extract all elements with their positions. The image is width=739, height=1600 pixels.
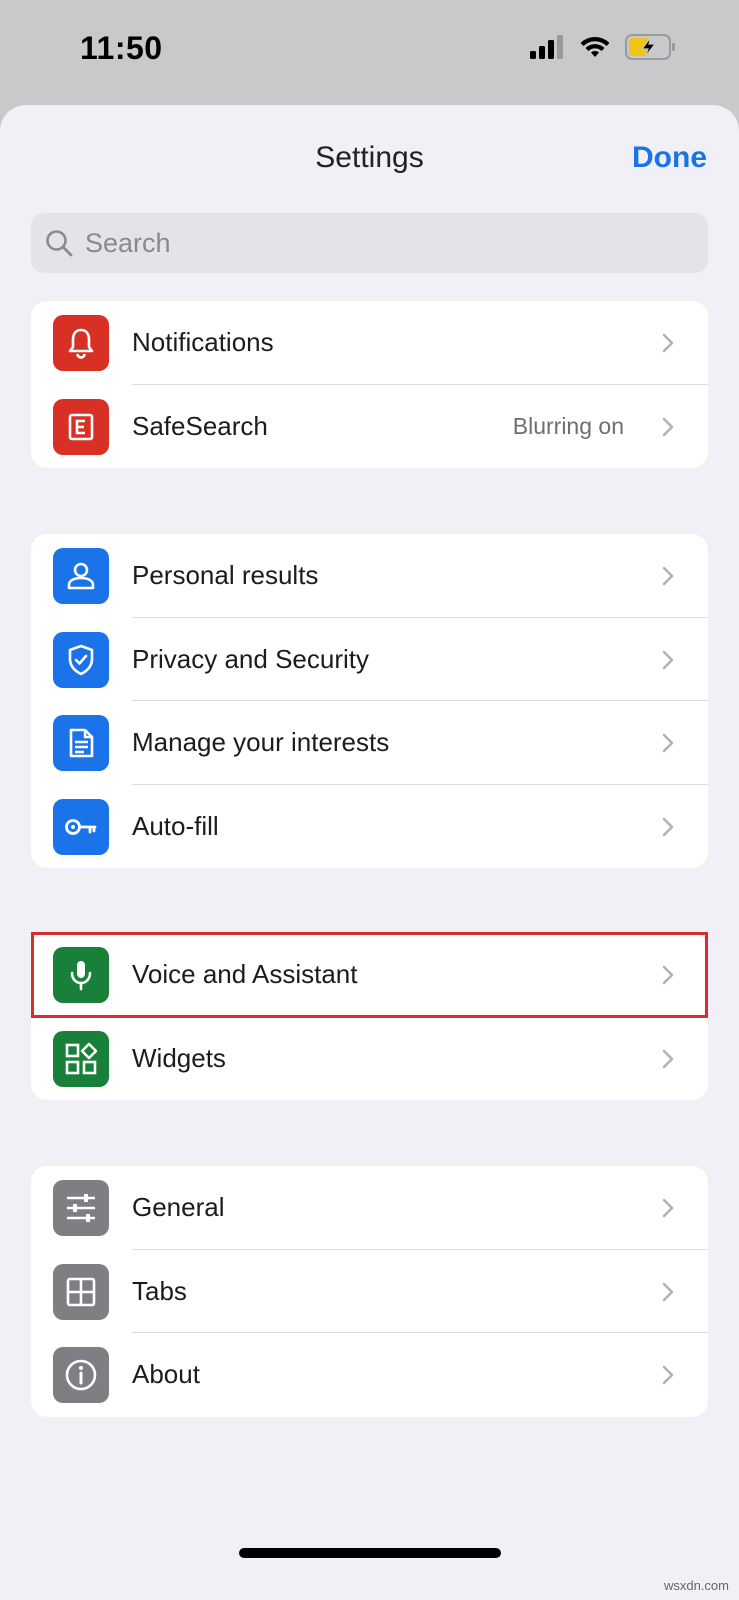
chevron-right-icon [662, 1282, 674, 1301]
settings-row-notifications[interactable]: Notifications [31, 301, 708, 385]
settings-row-autofill[interactable]: Auto-fill [31, 785, 708, 869]
chevron-right-icon [662, 1049, 674, 1068]
settings-row-safesearch[interactable]: SafeSearch Blurring on [31, 385, 708, 469]
chevron-right-icon [662, 733, 674, 753]
person-icon [53, 548, 109, 604]
settings-row-voice-assistant[interactable]: Voice and Assistant [31, 933, 708, 1017]
chevron-right-icon [662, 817, 674, 836]
battery-charging-icon [625, 34, 675, 60]
settings-row-general[interactable]: General [31, 1166, 708, 1250]
document-icon [53, 715, 109, 771]
row-label: About [132, 1359, 200, 1390]
microphone-icon [53, 947, 109, 1003]
wifi-icon [580, 36, 610, 57]
settings-group-alerts: Notifications SafeSearch Blurring on [31, 301, 708, 468]
done-button[interactable]: Done [632, 141, 707, 175]
search-icon [46, 230, 73, 257]
row-label: SafeSearch [132, 410, 268, 441]
settings-row-widgets[interactable]: Widgets [31, 1017, 708, 1101]
chevron-right-icon [662, 965, 674, 985]
bell-icon [53, 315, 109, 371]
chevron-right-icon [662, 1198, 674, 1218]
row-label: Notifications [132, 327, 274, 358]
settings-group-general: General Tabs About [31, 1166, 708, 1417]
status-icons [529, 34, 677, 60]
row-label: Tabs [132, 1275, 187, 1306]
settings-row-privacy-security[interactable]: Privacy and Security [31, 618, 708, 701]
row-label: Manage your interests [132, 727, 390, 758]
row-label: Privacy and Security [132, 643, 369, 674]
settings-row-manage-interests[interactable]: Manage your interests [31, 701, 708, 785]
key-icon [53, 798, 109, 855]
tabs-grid-icon [53, 1263, 109, 1320]
safesearch-status: Blurring on [512, 412, 624, 439]
home-indicator[interactable] [239, 1548, 501, 1558]
page-title: Settings [315, 141, 424, 174]
status-time: 11:50 [80, 30, 163, 66]
cellular-signal-icon [530, 35, 563, 59]
row-label: Widgets [132, 1042, 226, 1073]
chevron-right-icon [662, 650, 674, 669]
row-label: Personal results [132, 560, 319, 591]
settings-row-tabs[interactable]: Tabs [31, 1250, 708, 1333]
sliders-icon [53, 1180, 109, 1236]
settings-row-about[interactable]: About [31, 1333, 708, 1417]
shield-icon [53, 631, 109, 688]
search-bar[interactable] [31, 213, 708, 273]
settings-row-personal-results[interactable]: Personal results [31, 534, 708, 618]
safesearch-icon [53, 398, 109, 455]
info-icon [53, 1347, 109, 1403]
search-input[interactable] [85, 227, 645, 259]
chevron-right-icon [662, 566, 674, 586]
row-label: General [132, 1192, 225, 1223]
settings-sheet: Settings Done Notifications SafeSearch B… [0, 105, 739, 1600]
chevron-right-icon [662, 1365, 674, 1385]
settings-group-assistant: Voice and Assistant Widgets [31, 933, 708, 1100]
watermark: wsxdn.com [663, 1578, 729, 1593]
status-bar: 11:50 [0, 0, 739, 105]
widgets-icon [53, 1030, 109, 1087]
row-label: Auto-fill [132, 810, 219, 841]
row-label: Voice and Assistant [132, 959, 358, 990]
chevron-right-icon [662, 417, 674, 436]
settings-group-account: Personal results Privacy and Security Ma… [31, 534, 708, 868]
chevron-right-icon [662, 333, 674, 353]
